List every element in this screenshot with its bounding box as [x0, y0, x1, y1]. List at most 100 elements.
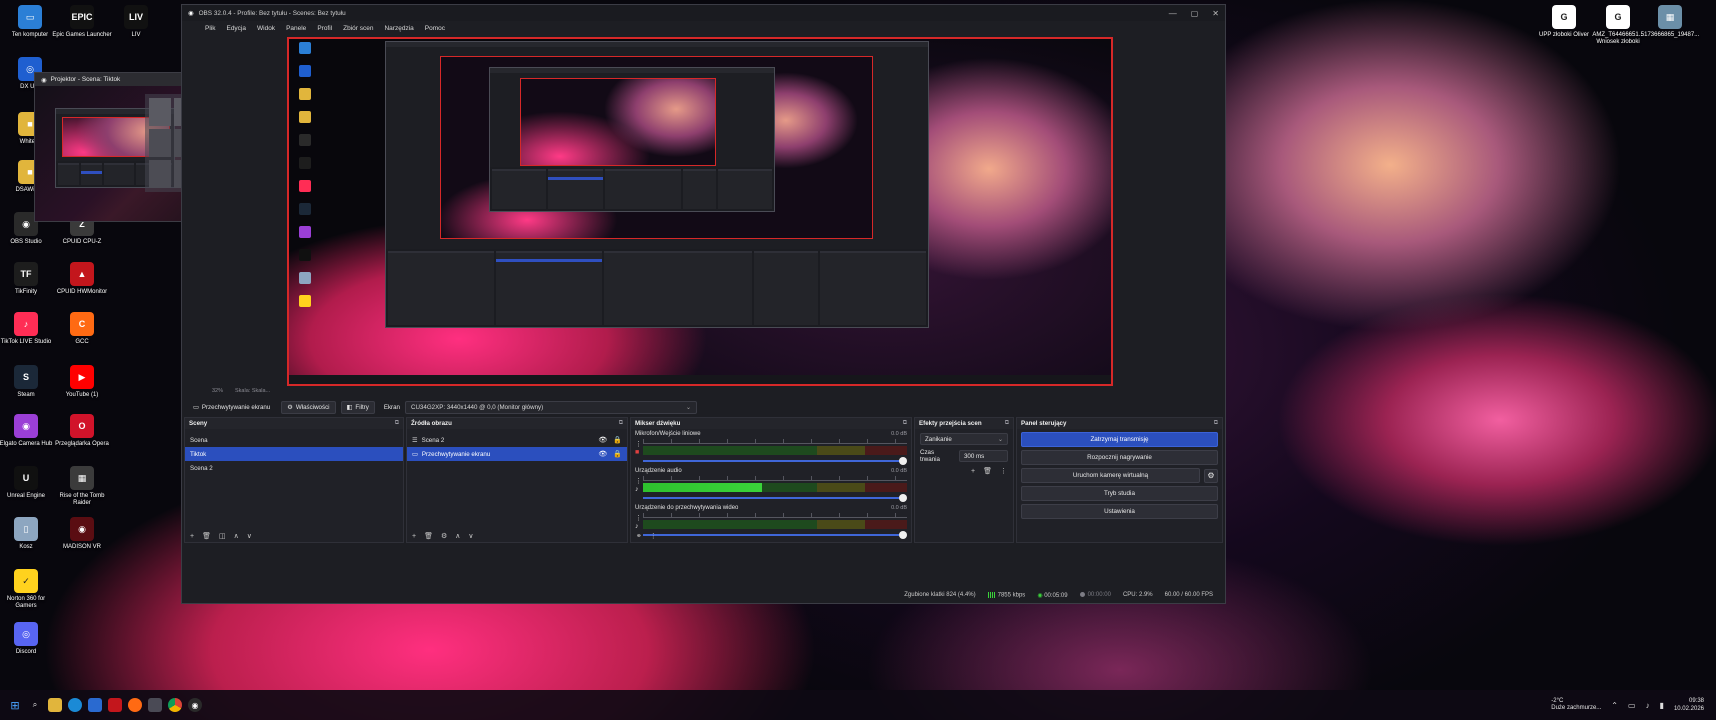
speaker-icon[interactable]: ♪ [1646, 701, 1650, 710]
remove-scene-icon[interactable]: 🗑 [202, 532, 211, 540]
scene-item-scena-2[interactable]: Scena 2 [185, 461, 403, 475]
studio-mode-button[interactable]: Tryb studia [1021, 486, 1218, 501]
source-properties-icon[interactable]: ⚙ [441, 532, 447, 540]
menu-docks[interactable]: Panele [286, 25, 306, 32]
obs-titlebar[interactable]: ◉ OBS 32.0.4 - Profile: Bez tytułu - Sce… [182, 5, 1225, 21]
mixer-link-icon[interactable]: ⚭ [636, 532, 642, 540]
start-recording-button[interactable]: Rozpocznij nagrywanie [1021, 450, 1218, 465]
desktop-icon-amz-t64466651-wniosek-zloboki[interactable]: G AMZ_T64466651... Wniosek złoboki [1588, 5, 1648, 46]
stop-streaming-button[interactable]: Zatrzymaj transmisję [1021, 432, 1218, 447]
close-icon[interactable]: ✕ [1212, 9, 1219, 18]
app-icon[interactable] [108, 698, 122, 712]
menu-help[interactable]: Pomoc [425, 25, 445, 32]
volume-slider[interactable] [643, 457, 907, 465]
menu-tools[interactable]: Narzędzia [384, 25, 413, 32]
desktop-icon-norton-360-for-gamers[interactable]: ✓ Norton 360 for Gamers [0, 569, 56, 610]
desktop-icon-5173666865-19487[interactable]: ▦ 5173666865_19487... [1640, 5, 1700, 39]
add-scene-icon[interactable]: + [190, 533, 194, 540]
transition-select[interactable]: Zanikanie ⌄ [920, 433, 1008, 445]
move-down-icon[interactable]: ∨ [468, 532, 473, 540]
chevron-up-icon[interactable]: ⌃ [1611, 701, 1618, 710]
desktop-icon-youtube-1[interactable]: ▶ YouTube (1) [52, 365, 112, 399]
gamepad-icon[interactable] [148, 698, 162, 712]
lock-icon[interactable]: 🔒 [613, 450, 622, 458]
desktop-icon-upp-zloboki-oliver[interactable]: G UPP złoboki Oliver [1534, 5, 1594, 39]
desktop-icon-elgato-camera-hub[interactable]: ◉ Elgato Camera Hub [0, 414, 56, 448]
remove-transition-icon[interactable]: 🗑 [983, 467, 992, 475]
search-icon[interactable]: ⌕ [28, 698, 42, 712]
desktop-icon-epic-games-launcher[interactable]: EPIC Epic Games Launcher [52, 5, 112, 39]
desktop-icon-rise-of-the-tomb-raider[interactable]: ▦ Rise of the Tomb Raider [52, 466, 112, 507]
desktop-icon-ten-komputer[interactable]: ▭ Ten komputer [0, 5, 60, 39]
speaker-icon[interactable]: ♪ [635, 486, 639, 493]
filters-button[interactable]: ◧ Filtry [340, 400, 375, 414]
gear-icon[interactable]: ⚙ [1204, 468, 1218, 483]
undock-icon[interactable]: ⧉ [395, 420, 399, 427]
menu-view[interactable]: Widok [257, 25, 275, 32]
clock[interactable]: 09:38 10.02.2026 [1674, 697, 1704, 713]
mixer-menu-icon[interactable]: ⋮ [650, 532, 657, 540]
source-item-przechwytywanie-ekranu[interactable]: ▭ Przechwytywanie ekranu 👁 🔒 [407, 447, 627, 461]
display-select[interactable]: CU34G2XP: 3440x1440 @ 0,0 (Monitor główn… [405, 400, 697, 414]
desktop-icon-kosz[interactable]: ▯ Kosz [0, 517, 56, 551]
desktop-icon-tiktok-live-studio[interactable]: ♪ TikTok LIVE Studio [0, 312, 56, 346]
desktop-icon-tikfinity[interactable]: TF TikFinity [0, 262, 56, 296]
preview-canvas[interactable] [287, 37, 1113, 386]
menu-profile[interactable]: Profil [317, 25, 332, 32]
source-item-scena-2[interactable]: ☰ Scena 2 👁 🔒 [407, 433, 627, 447]
properties-button[interactable]: ⚙ Właściwości [281, 400, 336, 414]
remove-source-icon[interactable]: 🗑 [424, 532, 433, 540]
channel-menu-icon[interactable]: ⋮ ♪ [635, 515, 642, 531]
lock-icon[interactable]: 🔒 [613, 436, 622, 444]
battery-icon[interactable]: ▮ [1660, 701, 1664, 710]
visibility-eye-icon[interactable]: 👁 [598, 436, 607, 444]
scene-item-scena[interactable]: Scena [185, 433, 403, 447]
maximize-icon[interactable]: ▢ [1191, 9, 1199, 18]
menu-scene-collection[interactable]: Zbiór scen [343, 25, 373, 32]
windows-start-icon[interactable]: ⊞ [8, 698, 22, 712]
obs-taskbar-icon[interactable]: ◉ [188, 698, 202, 712]
volume-slider-knob[interactable] [899, 494, 907, 502]
desktop-icon-steam[interactable]: S Steam [0, 365, 56, 399]
desktop-icon-gcc[interactable]: C GCC [52, 312, 112, 346]
move-up-icon[interactable]: ∧ [234, 532, 239, 540]
store-icon[interactable] [88, 698, 102, 712]
network-icon[interactable]: ▭ [1628, 701, 1636, 710]
start-virtual-camera-button[interactable]: Uruchom kamerę wirtualną [1021, 468, 1200, 483]
weather-widget[interactable]: -2°C Duże zachmurze... [1551, 698, 1601, 712]
muted-speaker-icon[interactable]: ■ [635, 449, 639, 456]
add-transition-icon[interactable]: + [971, 468, 975, 475]
file-explorer-icon[interactable] [48, 698, 62, 712]
add-source-icon[interactable]: + [412, 533, 416, 540]
desktop-icon-liv[interactable]: LIV LIV [106, 5, 166, 39]
minimize-icon[interactable]: — [1169, 9, 1177, 18]
scene-filters-icon[interactable]: ◫ [219, 532, 226, 540]
transition-menu-icon[interactable]: ⋮ [1000, 467, 1007, 475]
duration-input[interactable]: 300 ms [958, 450, 1008, 462]
visibility-eye-icon[interactable]: 👁 [598, 450, 607, 458]
volume-slider-knob[interactable] [899, 457, 907, 465]
edge-browser-icon[interactable] [68, 698, 82, 712]
chrome-icon[interactable] [168, 698, 182, 712]
obs-window[interactable]: ◉ OBS 32.0.4 - Profile: Bez tytułu - Sce… [181, 4, 1226, 604]
undock-icon[interactable]: ⧉ [1214, 420, 1218, 427]
settings-button[interactable]: Ustawienia [1021, 504, 1218, 519]
desktop-icon-przegladarka-opera[interactable]: O Przeglądarka Opera [52, 414, 112, 448]
desktop-icon-unreal-engine[interactable]: U Unreal Engine [0, 466, 56, 500]
move-down-icon[interactable]: ∨ [247, 532, 252, 540]
channel-menu-icon[interactable]: ⋮ ♪ [635, 478, 642, 494]
gcc-icon[interactable] [128, 698, 142, 712]
desktop-icon-discord[interactable]: ◎ Discord [0, 622, 56, 656]
undock-icon[interactable]: ⧉ [1005, 420, 1009, 427]
scene-item-tiktok[interactable]: Tiktok [185, 447, 403, 461]
volume-slider[interactable] [643, 494, 907, 502]
desktop-icon-cpuid-hwmonitor[interactable]: ▲ CPUID HWMonitor [52, 262, 112, 296]
channel-menu-icon[interactable]: ⋮ ■ [635, 441, 642, 457]
move-up-icon[interactable]: ∧ [455, 532, 460, 540]
undock-icon[interactable]: ⧉ [619, 420, 623, 427]
menu-edit[interactable]: Edycja [226, 25, 246, 32]
undock-icon[interactable]: ⧉ [903, 420, 907, 427]
desktop-icon-madison-vr[interactable]: ◉ MADISON VR [52, 517, 112, 551]
speaker-icon[interactable]: ♪ [635, 523, 639, 530]
menu-file[interactable]: Plik [205, 25, 215, 32]
